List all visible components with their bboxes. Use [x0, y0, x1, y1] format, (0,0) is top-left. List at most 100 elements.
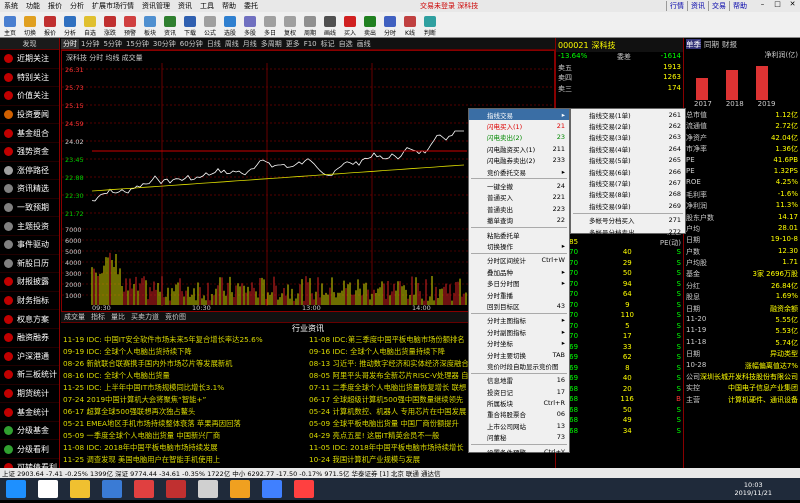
sidebar-item[interactable]: 分级基金 [0, 422, 59, 441]
context-menu-item[interactable]: 所属板块 Ctrl+R [469, 397, 569, 408]
submenu-item[interactable]: 指线交易(2单) 262 [571, 120, 685, 131]
f10-tab[interactable]: 单季 [686, 39, 701, 49]
context-menu-item[interactable]: 指线交易 ▸ [469, 109, 569, 121]
period-tab[interactable]: 画线 [355, 39, 373, 49]
period-tab[interactable]: 30分钟 [151, 39, 178, 49]
close-icon[interactable]: ✕ [785, 0, 800, 8]
sidebar-item[interactable]: 融资融券 [0, 329, 59, 348]
period-tab[interactable]: F10 [302, 40, 319, 48]
context-menu-item[interactable]: 分时坐标 ▸ [469, 337, 569, 348]
menu-6[interactable]: 资讯 [174, 1, 196, 11]
submenu-item[interactable]: 多帐号分档买入 271 [571, 215, 685, 226]
maximize-icon[interactable]: □ [770, 0, 785, 8]
news-item[interactable]: 09-19 IDC: 全球个人电脑出货持续下降 [63, 346, 307, 358]
menu-4[interactable]: 扩展市场行情 [88, 1, 138, 11]
toolbar-button-1[interactable]: 切换 [21, 12, 39, 37]
sidebar-item[interactable]: 分级看利 [0, 440, 59, 460]
period-tab[interactable]: 更多 [284, 39, 302, 49]
context-menu-item[interactable]: 普通买入 221 [469, 192, 569, 203]
toolbar-button-19[interactable]: 分时 [381, 12, 399, 37]
toolbar-button-15[interactable]: 周期 [301, 12, 319, 37]
indicator-tab[interactable]: 成交量 [61, 312, 88, 322]
indicator-tab[interactable]: 买卖力道 [128, 312, 162, 322]
submenu-item[interactable]: 指线交易(5单) 265 [571, 155, 685, 166]
submenu-item[interactable]: 指线交易(9单) 269 [571, 200, 685, 211]
period-tab[interactable]: 自选 [337, 39, 355, 49]
toolbar-button-20[interactable]: K线 [401, 12, 419, 37]
submenu-item[interactable]: 指线交易(8单) 268 [571, 189, 685, 200]
toolbar-button-7[interactable]: 板块 [141, 12, 159, 37]
news-item[interactable]: 07-24 2019中国计算机大会将聚焦“智能+” [63, 394, 307, 406]
toolbar-button-4[interactable]: 自选 [81, 12, 99, 37]
context-menu-item[interactable]: 重合将股票合 06 [469, 409, 569, 420]
sidebar-item[interactable]: 强势资金 [0, 143, 59, 162]
sidebar-item[interactable]: 价值关注 [0, 87, 59, 106]
period-tab[interactable]: 分时 [61, 38, 79, 49]
context-menu-item[interactable]: 分时主图指标 ▸ [469, 315, 569, 326]
news-item[interactable]: 05-21 EMEA地区手机市场持续整体衰落 苹果再因回落 [63, 418, 307, 430]
toolbar-button-14[interactable]: 复权 [281, 12, 299, 37]
sidebar-item[interactable]: 资讯精选 [0, 180, 59, 199]
menu-7[interactable]: 工具 [196, 1, 218, 11]
menu-5[interactable]: 资讯管理 [138, 1, 174, 11]
toolbar-button-0[interactable]: 主页 [1, 12, 19, 37]
indicator-tab[interactable]: 竞价图 [162, 312, 189, 322]
context-menu-item[interactable]: 普通卖出 223 [469, 203, 569, 214]
sidebar-item[interactable]: 特别关注 [0, 69, 59, 88]
context-menu-item[interactable]: 标记当前品种 ▸ [469, 457, 569, 468]
toolbar-button-9[interactable]: 下载 [181, 12, 199, 37]
toolbar-button-5[interactable]: 涨跌 [101, 12, 119, 37]
indicator-tab[interactable]: 指标 [88, 312, 108, 322]
toolbar-button-8[interactable]: 资讯 [161, 12, 179, 37]
context-menu-item[interactable]: 分时重播 [469, 289, 569, 300]
sidebar-item[interactable]: 投资要闻 [0, 106, 59, 125]
menu-3[interactable]: 分析 [66, 1, 88, 11]
taskbar-app-icon[interactable] [166, 480, 186, 498]
news-item[interactable]: 11-19 IDC: 中国IT安全软件市场未来5年复合增长率达25.6% [63, 334, 307, 346]
context-menu-item[interactable]: 叠加品种 ▸ [469, 266, 569, 277]
menu-9[interactable]: 委托 [240, 1, 262, 11]
period-tab[interactable]: 月线 [241, 39, 259, 49]
sidebar-item[interactable]: 期货统计 [0, 385, 59, 404]
submenu-item[interactable]: 指线交易(3单) 263 [571, 132, 685, 143]
taskbar-app-icon[interactable] [38, 480, 58, 498]
toolbar-button-10[interactable]: 公式 [201, 12, 219, 37]
toolbar-button-3[interactable]: 分析 [61, 12, 79, 37]
taskbar-app-icon[interactable] [134, 480, 154, 498]
news-item[interactable]: 11-25 调查发现 美国电脑用户在智能手机使用上 [63, 454, 307, 466]
context-menu-item[interactable]: 回到目标区 43 [469, 300, 569, 311]
taskbar-app-icon[interactable] [294, 480, 314, 498]
context-menu-item[interactable]: 问董秘 73 [469, 432, 569, 443]
f10-tab[interactable]: 财报 [722, 39, 737, 49]
menu-1[interactable]: 功能 [22, 1, 44, 11]
sidebar-item[interactable]: 一致预期 [0, 199, 59, 218]
sidebar-item[interactable]: 财报披露 [0, 273, 59, 292]
context-menu-item[interactable]: 切换操作 ▸ [469, 240, 569, 251]
context-menu-item[interactable]: 一键全撤 24 [469, 180, 569, 191]
toolbar-button-17[interactable]: 买入 [341, 12, 359, 37]
top-link-1[interactable]: 资讯 [687, 1, 708, 11]
sidebar-item[interactable]: 新三板统计 [0, 366, 59, 385]
taskbar-app-icon[interactable] [230, 480, 250, 498]
context-menu-item[interactable]: 闪电融券卖出(2) 233 [469, 155, 569, 166]
context-menu-item[interactable]: 多日分时图 ▸ [469, 277, 569, 288]
sidebar-item[interactable]: 近期关注 [0, 50, 59, 69]
sidebar-item[interactable]: 财务指标 [0, 292, 59, 311]
toolbar-button-6[interactable]: 预警 [121, 12, 139, 37]
context-menu-item[interactable]: 上市公司网站 13 [469, 420, 569, 431]
period-tab[interactable]: 60分钟 [178, 39, 205, 49]
submenu-item[interactable]: 指线交易(1单) 261 [571, 109, 685, 120]
period-tab[interactable]: 标记 [319, 39, 337, 49]
toolbar-button-16[interactable]: 画线 [321, 12, 339, 37]
toolbar-button-18[interactable]: 卖出 [361, 12, 379, 37]
context-menu-item[interactable]: 撤单查询 22 [469, 215, 569, 226]
minimize-icon[interactable]: – [755, 0, 770, 8]
toolbar-button-13[interactable]: 多日 [261, 12, 279, 37]
sidebar-item[interactable]: 沪深港通 [0, 348, 59, 367]
period-tab[interactable]: 周线 [223, 39, 241, 49]
top-link-3[interactable]: 帮助 [729, 1, 750, 11]
context-menu-item[interactable]: 闪电卖出(2) 23 [469, 132, 569, 143]
sidebar-item[interactable]: 事件驱动 [0, 236, 59, 255]
news-item[interactable]: 08-26 新航联合联赛携手国内外市场芯片等发展新机 [63, 358, 307, 370]
context-menu-item[interactable]: 闪电融资买入(1) 211 [469, 143, 569, 154]
